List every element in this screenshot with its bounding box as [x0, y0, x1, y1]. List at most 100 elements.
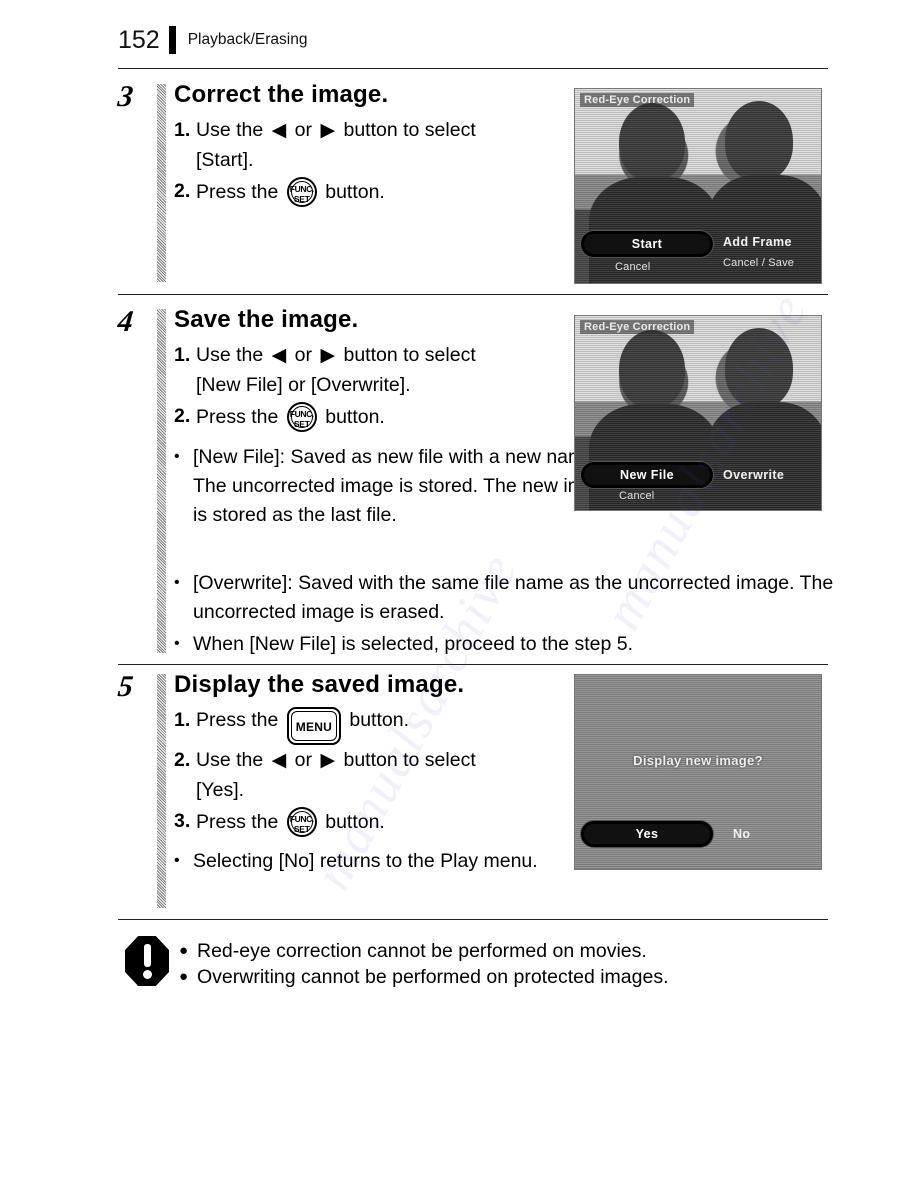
lcd-option-start[interactable]: Start — [581, 231, 713, 257]
step-4-number: 4 — [116, 305, 135, 338]
step-4-bullet-3: • When [New File] is selected, proceed t… — [174, 630, 884, 659]
substep-text-post: button. — [349, 709, 409, 732]
exclamation-stem — [143, 944, 151, 967]
substep-marker: 1. — [174, 119, 191, 142]
header-divider-bar — [168, 26, 176, 54]
substep-text-pre: Press the — [196, 709, 279, 732]
substep-text: Use the ◀ or ▶ button to select [Yes]. — [196, 746, 624, 806]
step-5-substep-3: 3. Press the FUNC. SET button. — [174, 806, 624, 838]
camera-screen-step-3: Red-Eye Correction Start Add Frame Cance… — [574, 88, 822, 284]
substep-text-post: button. — [325, 405, 385, 428]
step-3-body: Correct the image. 1. Use the ◀ or ▶ but… — [174, 81, 624, 209]
func-set-button-icon: FUNC. SET — [286, 176, 317, 207]
step-4-separator — [118, 664, 828, 665]
substep-text-pre: Use the — [196, 749, 264, 772]
step-5-bar — [157, 674, 166, 908]
page-title: Playback/Erasing — [187, 31, 308, 48]
step-4-bar — [157, 309, 166, 653]
bullet-dot-icon: • — [174, 447, 180, 465]
step-3-substep-1: 1. Use the ◀ or ▶ button to select [Star… — [174, 116, 624, 176]
lcd-option-no[interactable]: No — [733, 827, 750, 841]
bullet-text: When [New File] is selected, proceed to … — [193, 632, 634, 655]
step-4-wide-bullets: • [Overwrite]: Saved with the same file … — [174, 569, 884, 661]
substep-marker: 1. — [174, 709, 191, 732]
exclamation-dot — [142, 970, 152, 979]
warning-note-text: Red-eye correction cannot be performed o… — [197, 940, 647, 962]
substep-text-cont: [New File] or [Overwrite]. — [196, 374, 411, 397]
step-3-separator — [118, 294, 828, 295]
warning-note-text: Overwriting cannot be performed on prote… — [197, 966, 669, 989]
substep-text: Press the FUNC. SET button. — [196, 176, 624, 208]
step-4-substep-2: 2. Press the FUNC. SET button. — [174, 401, 624, 433]
step-4-substep-1: 1. Use the ◀ or ▶ button to select [New … — [174, 341, 624, 401]
arrow-left-icon: ◀ — [271, 120, 287, 142]
step-5-substep-1: 1. Press the MENU button. — [174, 706, 624, 746]
step-3: 3 Correct the image. 1. Use the ◀ or ▶ b… — [116, 80, 828, 284]
warning-note-item: ● Overwriting cannot be performed on pro… — [179, 964, 825, 990]
substep-text-pre: Press the — [196, 405, 279, 428]
manual-page: 152 Playback/Erasing 3 Correct the image… — [0, 0, 918, 1188]
lcd-option-yes[interactable]: Yes — [581, 821, 713, 847]
substep-text: Press the FUNC. SET button. — [196, 806, 624, 838]
lcd-option-right-1[interactable]: Add Frame — [723, 235, 792, 249]
octagon-shape — [125, 936, 169, 986]
lcd-confirm-message: Display new image? — [633, 753, 763, 768]
substep-text-pre: Use the — [196, 119, 264, 142]
substep-marker: 2. — [174, 179, 191, 202]
or-label: or — [294, 344, 313, 367]
arrow-left-icon: ◀ — [271, 345, 287, 367]
bullet-dot-icon: ● — [179, 942, 189, 959]
func-set-button-icon: FUNC. SET — [286, 401, 317, 432]
step-3-number: 3 — [116, 80, 135, 113]
step-5-substep-2: 2. Use the ◀ or ▶ button to select [Yes]… — [174, 746, 624, 806]
bullet-dot-icon: • — [174, 852, 180, 870]
func-set-button-icon: FUNC. SET — [286, 806, 317, 837]
step-5-title: Display the saved image. — [174, 671, 465, 698]
warning-icon — [125, 936, 169, 988]
bullet-text: Selecting [No] returns to the Play menu. — [193, 850, 538, 873]
page-header: 152 Playback/Erasing — [118, 22, 828, 58]
substep-marker: 1. — [174, 344, 191, 367]
func-set-label-line2: SET — [293, 823, 310, 834]
step-3-substep-2: 2. Press the FUNC. SET button. — [174, 176, 624, 208]
substep-marker: 2. — [174, 749, 191, 772]
substep-text-pre: Press the — [196, 180, 279, 203]
step-5-number: 5 — [116, 670, 135, 703]
substep-text: Press the MENU button. — [196, 706, 624, 746]
arrow-left-icon: ◀ — [271, 750, 287, 772]
lcd-sub-label: Cancel — [615, 261, 651, 273]
lcd-option-overwrite[interactable]: Overwrite — [723, 468, 784, 482]
substep-text-cont: [Yes]. — [196, 778, 245, 801]
step-4: 4 Save the image. 1. Use the ◀ or ▶ butt… — [116, 305, 833, 655]
header-separator — [118, 68, 828, 69]
step-5-bullet-1: • Selecting [No] returns to the Play men… — [174, 847, 624, 876]
warning-note-box: ● Red-eye correction cannot be performed… — [125, 936, 825, 991]
func-set-label-line2: SET — [293, 193, 310, 204]
arrow-right-icon: ▶ — [320, 750, 336, 772]
substep-text: Press the FUNC. SET button. — [196, 401, 624, 433]
func-set-label-line2: SET — [293, 418, 310, 429]
camera-screen-step-5: Display new image? Yes No — [574, 674, 822, 870]
arrow-right-icon: ▶ — [320, 120, 336, 142]
lcd-sub-label: Cancel — [619, 490, 655, 502]
substep-text-cont: [Start]. — [196, 149, 254, 172]
substep-text-pre: Use the — [196, 344, 264, 367]
substep-text-post: button to select — [343, 344, 476, 367]
substep-text-post: button. — [325, 180, 385, 203]
substep-text-post: button. — [325, 810, 385, 833]
step-5: 5 Display the saved image. 1. Press the … — [116, 670, 828, 910]
step-3-bar — [157, 84, 166, 282]
bullet-text: [New File]: Saved as new file with a new… — [193, 445, 617, 527]
substep-text: Use the ◀ or ▶ button to select [New Fil… — [196, 341, 624, 401]
step-4-title: Save the image. — [174, 306, 359, 333]
bullet-text: [Overwrite]: Saved with the same file na… — [193, 572, 834, 624]
step-5-separator — [118, 919, 828, 920]
warning-note-list: ● Red-eye correction cannot be performed… — [179, 936, 825, 991]
substep-marker: 3. — [174, 809, 191, 832]
substep-text-post: button to select — [343, 119, 476, 142]
or-label: or — [294, 749, 313, 772]
bullet-dot-icon: ● — [179, 968, 189, 986]
lcd-option-new-file[interactable]: New File — [581, 462, 713, 488]
menu-button-label: MENU — [295, 720, 332, 735]
step-3-title: Correct the image. — [174, 81, 389, 108]
